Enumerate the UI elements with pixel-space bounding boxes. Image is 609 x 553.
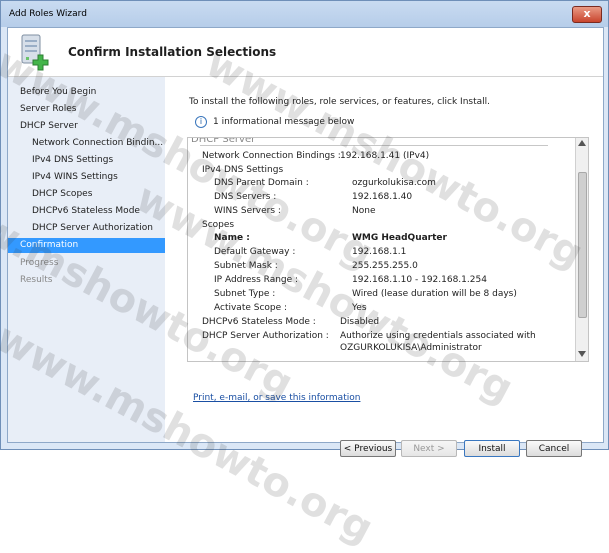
nav-server-roles[interactable]: Server Roles xyxy=(20,104,76,114)
label-ipv4-dns-settings: IPv4 DNS Settings xyxy=(202,165,284,175)
installation-details-panel: DHCP Server Network Connection Bindings … xyxy=(187,137,589,362)
intro-text: To install the following roles, role ser… xyxy=(189,97,490,107)
nav-dhcp-scopes[interactable]: DHCP Scopes xyxy=(32,189,92,199)
cancel-button[interactable]: Cancel xyxy=(526,440,582,457)
previous-button[interactable]: < Previous xyxy=(340,440,396,457)
nav-network-connection-bindings[interactable]: Network Connection Bindin... xyxy=(32,138,163,148)
nav-confirmation[interactable]: Confirmation xyxy=(8,238,165,253)
section-divider xyxy=(200,145,548,146)
install-button[interactable]: Install xyxy=(464,440,520,457)
section-title-dhcp-server: DHCP Server xyxy=(191,137,256,145)
print-email-save-link[interactable]: Print, e-mail, or save this information xyxy=(193,393,360,403)
nav-dhcp-server[interactable]: DHCP Server xyxy=(20,121,78,131)
wizard-navigation: Before You Begin Server Roles DHCP Serve… xyxy=(8,77,166,442)
label-dns-parent-domain: DNS Parent Domain : xyxy=(214,178,309,188)
title-bar: Add Roles Wizard x xyxy=(1,1,608,27)
value-dhcp-server-authorization-user: OZGURKOLUKISA\Administrator xyxy=(340,343,482,353)
info-message-text: 1 informational message below xyxy=(213,117,355,127)
label-scope-name: Name : xyxy=(214,233,250,243)
scroll-thumb[interactable] xyxy=(578,172,587,318)
details-scrollbar[interactable] xyxy=(575,138,588,361)
window-title: Add Roles Wizard xyxy=(9,9,87,19)
value-subnet-mask: 255.255.255.0 xyxy=(352,261,418,271)
label-subnet-mask: Subnet Mask : xyxy=(214,261,278,271)
next-button: Next > xyxy=(401,440,457,457)
nav-ipv4-dns-settings[interactable]: IPv4 DNS Settings xyxy=(32,155,113,165)
server-role-icon xyxy=(16,32,50,72)
label-scopes: Scopes xyxy=(202,220,235,230)
wizard-header: Confirm Installation Selections xyxy=(8,28,603,77)
value-dhcpv6-stateless-mode: Disabled xyxy=(340,317,380,327)
value-default-gateway: 192.168.1.1 xyxy=(352,247,407,257)
label-network-connection-bindings: Network Connection Bindings : xyxy=(202,151,341,161)
label-ip-address-range: IP Address Range : xyxy=(214,275,299,285)
value-ip-address-range: 192.168.1.10 - 192.168.1.254 xyxy=(352,275,487,285)
nav-progress: Progress xyxy=(20,258,59,268)
nav-results: Results xyxy=(20,275,53,285)
value-wins-servers: None xyxy=(352,206,376,216)
label-dns-servers: DNS Servers : xyxy=(214,192,277,202)
wizard-body: Confirm Installation Selections Before Y… xyxy=(7,27,604,457)
label-dhcp-server-authorization: DHCP Server Authorization : xyxy=(202,331,329,341)
main-content: To install the following roles, role ser… xyxy=(165,77,603,457)
nav-dhcpv6-stateless-mode[interactable]: DHCPv6 Stateless Mode xyxy=(32,206,140,216)
scroll-down-icon[interactable] xyxy=(578,351,586,357)
label-default-gateway: Default Gateway : xyxy=(214,247,296,257)
page-title: Confirm Installation Selections xyxy=(68,45,277,59)
label-wins-servers: WINS Servers : xyxy=(214,206,281,216)
label-subnet-type: Subnet Type : xyxy=(214,289,276,299)
nav-dhcp-server-authorization[interactable]: DHCP Server Authorization xyxy=(32,223,153,233)
value-network-connection-bindings: 192.168.1.41 (IPv4) xyxy=(340,151,430,161)
label-activate-scope: Activate Scope : xyxy=(214,303,288,313)
value-dns-servers: 192.168.1.40 xyxy=(352,192,413,202)
value-scope-name: WMG HeadQuarter xyxy=(352,233,447,243)
info-icon: i xyxy=(195,116,207,128)
nav-before-you-begin[interactable]: Before You Begin xyxy=(20,87,96,97)
scroll-up-icon[interactable] xyxy=(578,140,586,146)
label-dhcpv6-stateless-mode: DHCPv6 Stateless Mode : xyxy=(202,317,316,327)
value-dns-parent-domain: ozgurkolukisa.com xyxy=(352,178,436,188)
value-activate-scope: Yes xyxy=(352,303,367,313)
nav-ipv4-wins-settings[interactable]: IPv4 WINS Settings xyxy=(32,172,118,182)
wizard-window: Add Roles Wizard x Confirm Installation … xyxy=(0,0,609,457)
value-subnet-type: Wired (lease duration will be 8 days) xyxy=(352,289,517,299)
value-dhcp-server-authorization: Authorize using credentials associated w… xyxy=(340,331,536,341)
close-button[interactable]: x xyxy=(572,6,602,23)
